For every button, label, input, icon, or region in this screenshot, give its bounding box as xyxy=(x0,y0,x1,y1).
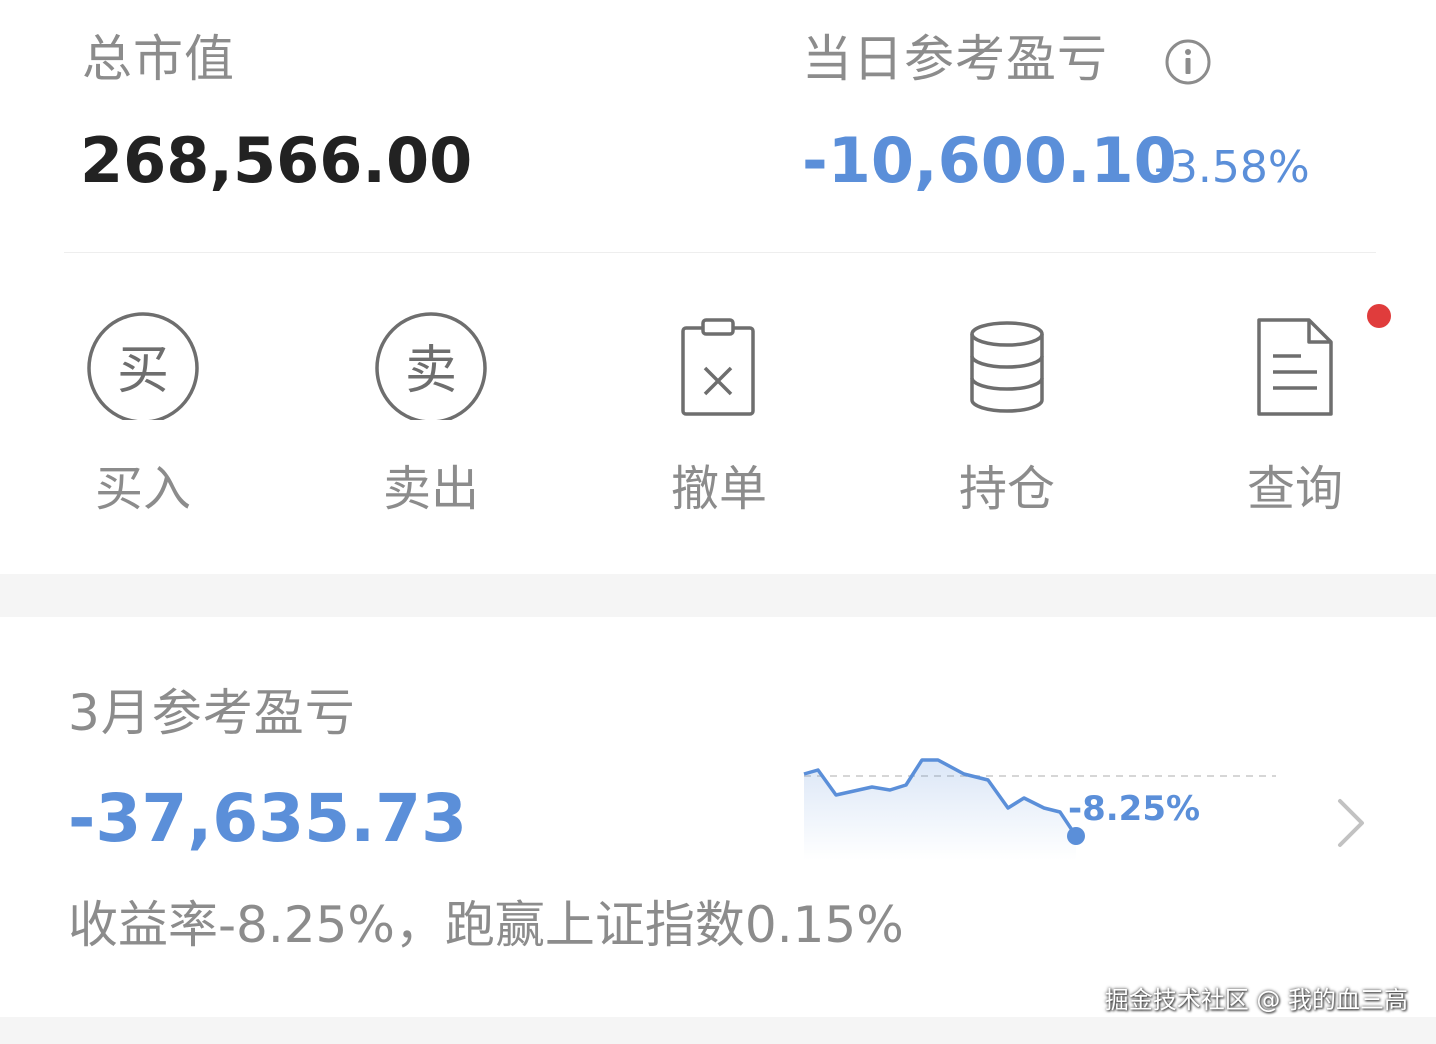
cancel-order-icon xyxy=(681,318,755,416)
query-button[interactable]: 查询 xyxy=(1210,300,1380,530)
buy-label: 买入 xyxy=(94,461,191,517)
cancel-order-button[interactable]: 撤单 xyxy=(634,300,804,530)
chevron-right-icon[interactable] xyxy=(1330,795,1370,851)
monthly-trend-sparkline: -8.25% xyxy=(803,758,1276,860)
buy-button[interactable]: 买 买入 xyxy=(58,300,228,530)
daily-pnl-label: 当日参考盈亏 xyxy=(802,30,1108,88)
daily-pnl-value: -10,600.10 xyxy=(802,124,1177,197)
positions-label: 持仓 xyxy=(958,461,1055,517)
monthly-pnl-label: 3月参考盈亏 xyxy=(68,684,356,742)
positions-button[interactable]: 持仓 xyxy=(922,300,1092,530)
daily-pnl-percent: -3.58% xyxy=(1154,142,1310,193)
market-value: 268,566.00 xyxy=(80,124,473,197)
sell-button[interactable]: 卖 卖出 xyxy=(346,300,516,530)
database-icon xyxy=(970,321,1044,413)
buy-glyph: 买 xyxy=(117,341,169,401)
sell-circle-icon: 卖 xyxy=(375,312,487,420)
monthly-return-description: 收益率-8.25%，跑赢上证指数0.15% xyxy=(68,896,904,954)
trend-end-point xyxy=(1067,827,1085,845)
trend-end-label: -8.25% xyxy=(1068,789,1200,829)
buy-circle-icon: 买 xyxy=(87,312,199,420)
cancel-order-label: 撤单 xyxy=(670,461,767,517)
notification-dot xyxy=(1367,304,1391,328)
watermark: 掘金技术社区 @ 我的血三高 xyxy=(1104,986,1408,1014)
query-label: 查询 xyxy=(1246,461,1343,517)
document-icon xyxy=(1257,318,1333,416)
market-value-label: 总市值 xyxy=(82,30,235,88)
monthly-pnl-value: -37,635.73 xyxy=(68,780,467,857)
sell-label: 卖出 xyxy=(382,461,479,517)
sell-glyph: 卖 xyxy=(405,341,457,401)
info-icon[interactable] xyxy=(1164,38,1212,86)
divider xyxy=(64,252,1376,253)
